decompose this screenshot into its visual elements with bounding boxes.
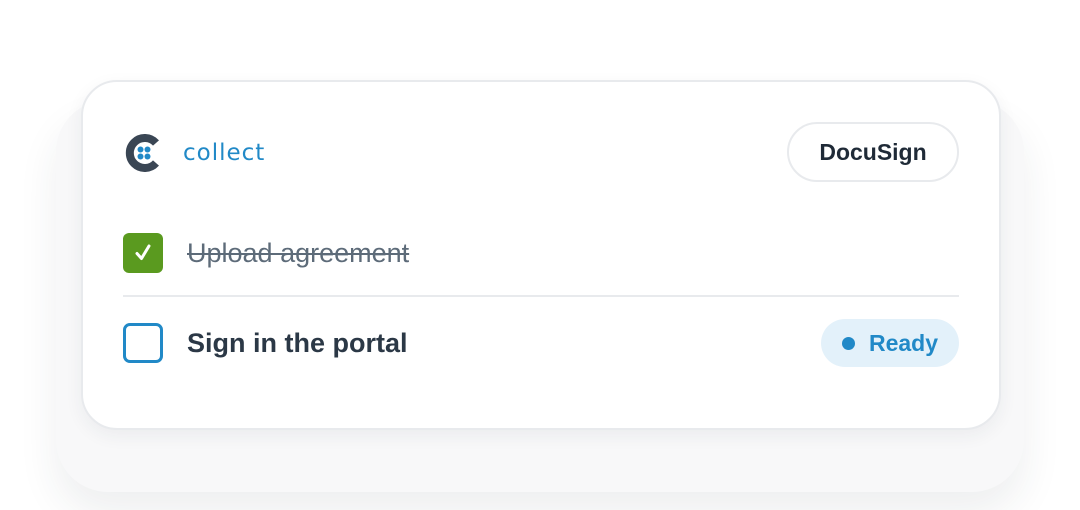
task-checkbox-checked[interactable] (123, 233, 163, 273)
task-card: collect DocuSign Upload agreement Sign i… (81, 80, 1001, 430)
stage: collect DocuSign Upload agreement Sign i… (0, 0, 1080, 510)
collect-logo-icon (125, 134, 159, 172)
brand-name: collect (183, 140, 266, 166)
checkmark-icon (135, 244, 151, 260)
task-item-sign-portal[interactable]: Sign in the portal Ready (123, 318, 959, 368)
card-header: collect DocuSign (123, 122, 959, 184)
task-label: Upload agreement (187, 238, 410, 268)
status-badge: Ready (821, 319, 959, 367)
task-label: Sign in the portal (187, 328, 408, 358)
task-checkbox-unchecked[interactable] (123, 323, 163, 363)
status-text: Ready (868, 329, 939, 356)
task-item-upload-agreement[interactable]: Upload agreement (123, 228, 959, 278)
docusign-button[interactable]: DocuSign (787, 122, 959, 182)
status-dot-icon (841, 336, 855, 350)
task-divider (123, 295, 959, 297)
brand-logo: collect (125, 134, 265, 172)
